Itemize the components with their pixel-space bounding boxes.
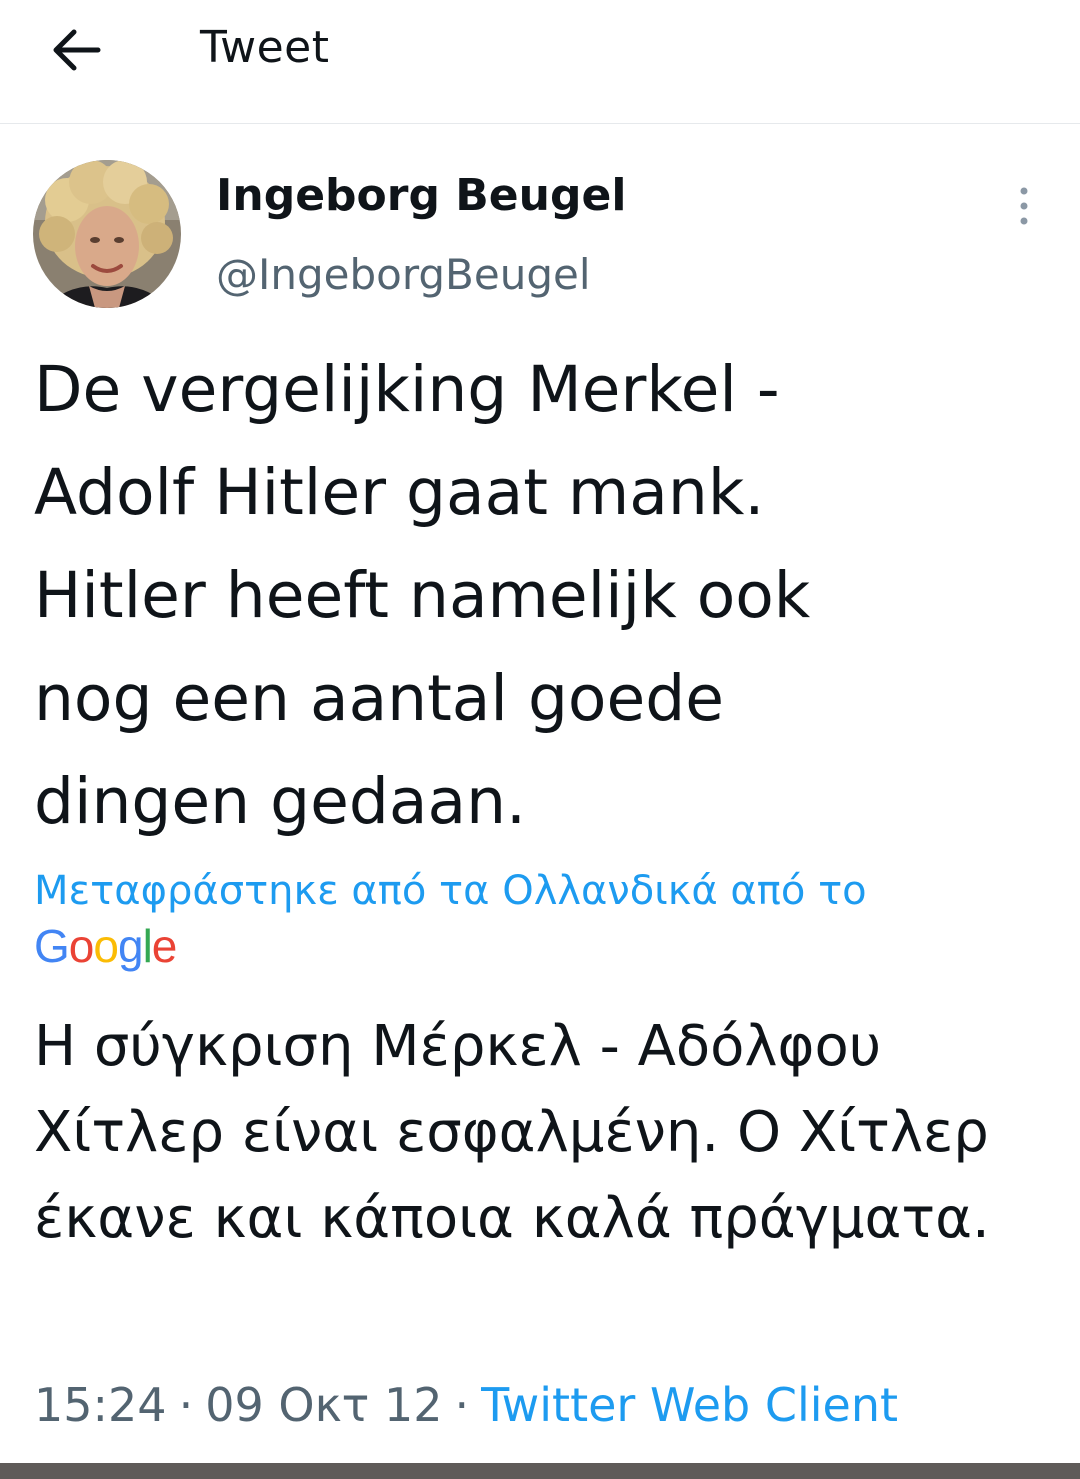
arrow-left-icon (53, 29, 101, 71)
tweet-time[interactable]: 15:24 (34, 1378, 167, 1432)
tweet-author: Ingeborg Beugel @IngeborgBeugel (0, 156, 1080, 316)
author-display-name[interactable]: Ingeborg Beugel (216, 170, 626, 221)
tweet-source-link[interactable]: Twitter Web Client (481, 1378, 898, 1432)
translated-tweet-text: Η σύγκριση Μέρκελ - Αδόλφου Χίτλερ είναι… (34, 1014, 990, 1251)
tweet-meta: 15:24 · 09 Οκτ 12 · Twitter Web Client (34, 1378, 898, 1432)
author-handle[interactable]: @IngeborgBeugel (216, 250, 591, 299)
more-vertical-icon (1020, 187, 1028, 225)
page-title: Tweet (200, 22, 330, 73)
top-app-bar: Tweet (0, 0, 1080, 124)
avatar[interactable] (33, 160, 181, 308)
meta-separator: · (454, 1378, 470, 1432)
tweet-text: De vergelijking Merkel - Adolf Hitler ga… (34, 353, 811, 838)
tweet-date[interactable]: 09 Οκτ 12 (205, 1378, 442, 1432)
translation-attribution[interactable]: Μεταφράστηκε από τα Ολλανδικά από το (34, 862, 1044, 920)
back-button[interactable] (40, 18, 112, 82)
more-options-button[interactable] (1004, 180, 1044, 232)
bottom-divider (0, 1463, 1080, 1479)
google-logo: Google (34, 920, 177, 972)
meta-separator: · (178, 1378, 194, 1432)
